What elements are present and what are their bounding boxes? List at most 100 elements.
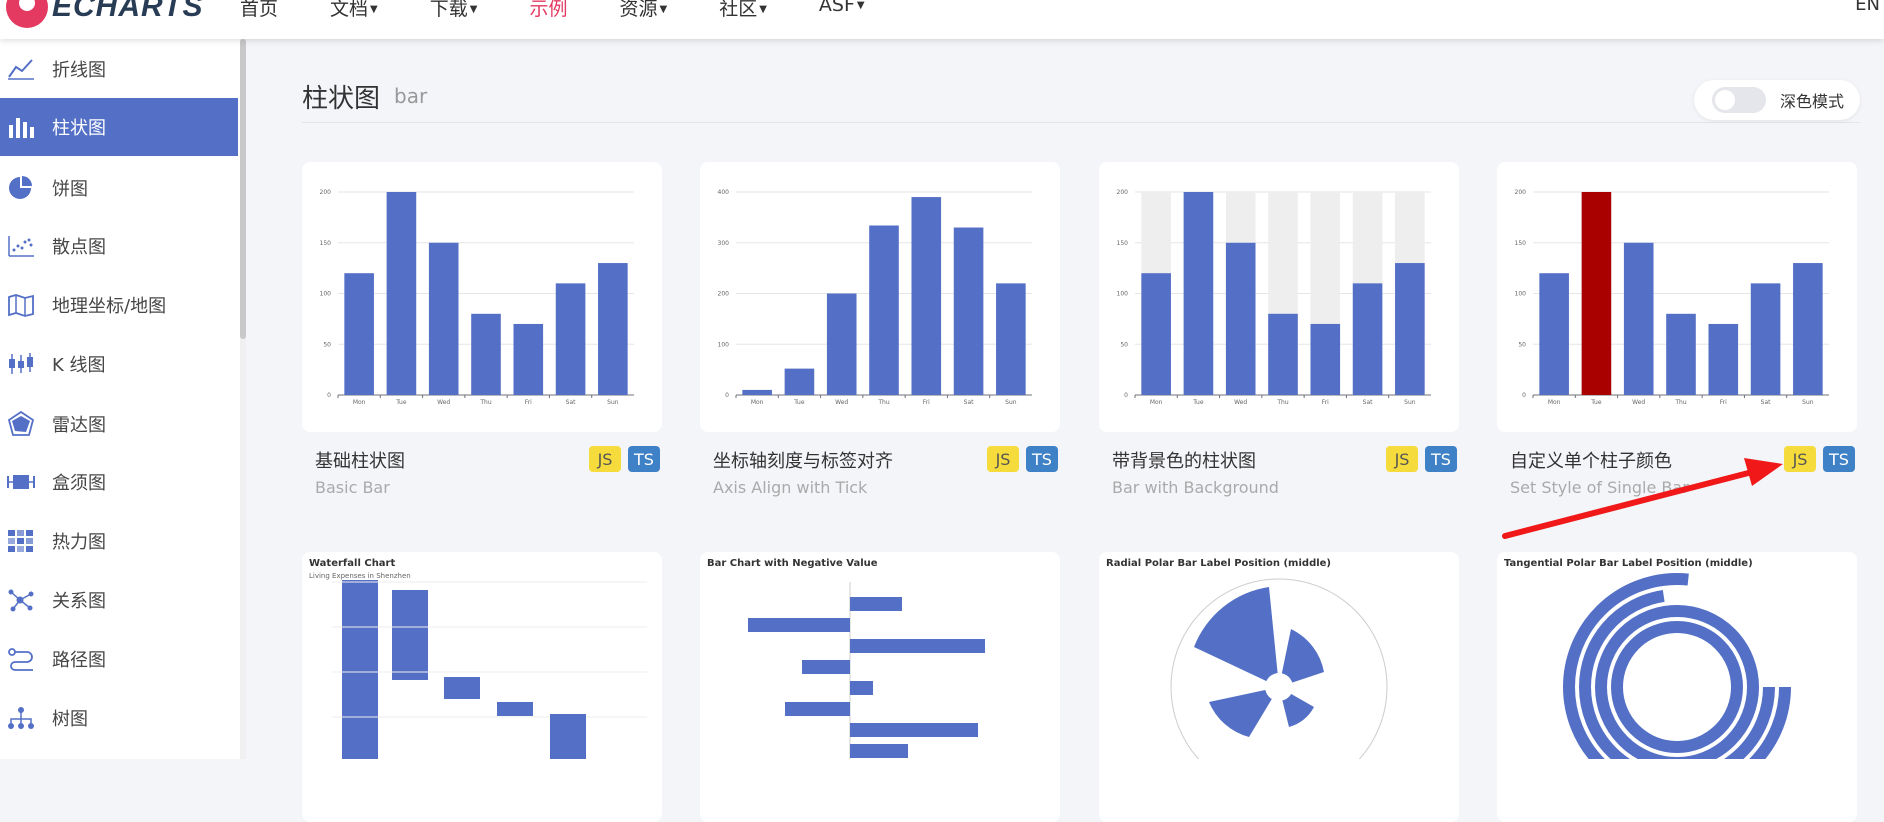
- y-tick-label: 100: [320, 291, 332, 298]
- sidebar-item-10[interactable]: 路径图: [0, 630, 238, 688]
- main-nav: 首页 文档 ▼ 下载 ▼ 示例 资源 ▼ 社区 ▼ ASF ▼: [240, 0, 917, 21]
- x-tick-label: Sun: [607, 399, 619, 406]
- sidebar-scrollbar-thumb[interactable]: [240, 39, 246, 339]
- example-card-2[interactable]: 0 50 100 150 200 Mon Tue Wed Thu Fri Sat Sun: [1099, 162, 1459, 432]
- x-tick-label: Wed: [437, 399, 450, 406]
- sidebar-item-label: 饼图: [52, 179, 88, 200]
- example-card-1[interactable]: 0 100 200 300 400 Mon Tue Wed Thu Fri Sat Sun: [700, 162, 1060, 432]
- chart-thumbnail: [1170, 578, 1388, 759]
- js-badge[interactable]: JS: [987, 446, 1019, 472]
- y-tick-label: 50: [1120, 341, 1128, 348]
- bar-Mon: [742, 389, 772, 395]
- bar-Sun: [598, 263, 628, 395]
- x-tick-label: Fri: [1720, 399, 1727, 406]
- chevron-down-icon: ▼: [370, 4, 378, 15]
- y-tick-label: 200: [718, 291, 730, 298]
- bar-Thu: [869, 225, 899, 395]
- sidebar-item-label: 盒须图: [52, 473, 106, 494]
- sidebar-item-6[interactable]: 雷达图: [0, 395, 238, 453]
- logo-text: ECHARTS: [52, 0, 204, 23]
- example-card-row2-0[interactable]: Waterfall Chart Living Expenses in Shenzh…: [302, 552, 662, 822]
- nav-item-0[interactable]: 首页: [240, 0, 278, 21]
- sidebar-item-label: 路径图: [52, 650, 106, 671]
- y-tick-label: 0: [725, 392, 729, 399]
- y-tick-label: 150: [320, 240, 332, 247]
- dark-mode-toggle[interactable]: 深色模式: [1694, 80, 1860, 120]
- x-tick-label: Thu: [479, 399, 491, 406]
- x-tick-label: Fri: [525, 399, 532, 406]
- nav-item-4[interactable]: 资源 ▼: [619, 0, 667, 21]
- x-tick-label: Sun: [1802, 399, 1814, 406]
- example-card-0[interactable]: 0 50 100 150 200 Mon Tue Wed Thu Fri Sat Sun: [302, 162, 662, 432]
- lines-icon: [6, 644, 36, 674]
- dark-mode-label: 深色模式: [1780, 92, 1845, 111]
- sidebar-item-3[interactable]: 散点图: [0, 217, 238, 275]
- example-title[interactable]: 基础柱状图: [315, 447, 405, 473]
- x-tick-label: Tue: [793, 399, 805, 406]
- radar-icon: [6, 409, 36, 439]
- y-tick-label: 50: [323, 341, 331, 348]
- scatter-chart-icon: [6, 231, 36, 261]
- x-tick-label: Thu: [1674, 399, 1686, 406]
- js-badge[interactable]: JS: [1386, 446, 1418, 472]
- sidebar-item-8[interactable]: 热力图: [0, 512, 238, 570]
- sidebar-item-label: 地理坐标/地图: [52, 296, 167, 317]
- example-card-row2-1[interactable]: Bar Chart with Negative Value: [700, 552, 1060, 822]
- nav-item-2[interactable]: 下载 ▼: [430, 0, 478, 21]
- line-chart-icon: [6, 54, 36, 84]
- bar-Thu: [471, 313, 501, 395]
- x-tick-label: Tue: [395, 399, 407, 406]
- example-title[interactable]: 坐标轴刻度与标签对齐: [713, 447, 893, 473]
- sidebar-item-1[interactable]: 柱状图: [0, 98, 238, 156]
- sidebar-item-0[interactable]: 折线图: [0, 40, 238, 98]
- bar-Thu: [1268, 313, 1298, 395]
- nav-item-1[interactable]: 文档 ▼: [330, 0, 378, 21]
- example-card-row2-2[interactable]: Radial Polar Bar Label Position (middle): [1099, 552, 1459, 822]
- example-title[interactable]: 自定义单个柱子颜色: [1510, 447, 1672, 473]
- sidebar-item-label: 柱状图: [52, 118, 106, 139]
- x-tick-label: Mon: [751, 399, 764, 406]
- sidebar-item-5[interactable]: K 线图: [0, 335, 238, 393]
- sidebar-item-2[interactable]: 饼图: [0, 159, 238, 217]
- sidebar-item-4[interactable]: 地理坐标/地图: [0, 276, 238, 334]
- sidebar-item-label: 散点图: [52, 237, 106, 258]
- js-badge[interactable]: JS: [1784, 446, 1816, 472]
- heatmap-icon: [6, 526, 36, 556]
- y-tick-label: 150: [1117, 240, 1129, 247]
- nav-item-6[interactable]: ASF ▼: [819, 0, 865, 21]
- ts-badge[interactable]: TS: [1026, 446, 1058, 472]
- title-divider: [302, 122, 1860, 123]
- ts-badge[interactable]: TS: [1823, 446, 1855, 472]
- bar-Fri: [1310, 323, 1341, 395]
- nav-label: 示例: [529, 0, 568, 20]
- echarts-logo[interactable]: ECHARTS: [6, 0, 203, 28]
- y-tick-label: 100: [1515, 291, 1527, 298]
- tree-icon: [6, 703, 36, 733]
- nav-item-5[interactable]: 社区 ▼: [719, 0, 767, 21]
- bar-Sun: [996, 283, 1026, 395]
- bar-Fri: [911, 197, 942, 395]
- nav-item-3[interactable]: 示例: [529, 0, 567, 21]
- toggle-switch[interactable]: [1712, 87, 1766, 113]
- nav-label: 资源: [619, 0, 658, 20]
- example-card-row2-3[interactable]: Tangential Polar Bar Label Position (mid…: [1497, 552, 1857, 822]
- chevron-down-icon: ▼: [856, 0, 865, 11]
- bar-Wed: [1623, 242, 1654, 395]
- language-switch[interactable]: EN: [1855, 0, 1880, 15]
- x-tick-label: Fri: [1322, 399, 1329, 406]
- example-title[interactable]: 带背景色的柱状图: [1112, 447, 1256, 473]
- sidebar-item-9[interactable]: 关系图: [0, 571, 238, 629]
- js-badge[interactable]: JS: [589, 446, 621, 472]
- page-subtitle: bar: [394, 84, 428, 108]
- top-navbar: ECHARTS 首页 文档 ▼ 下载 ▼ 示例 资源 ▼ 社区 ▼ ASF ▼ EN: [0, 0, 1884, 39]
- ts-badge[interactable]: TS: [1425, 446, 1457, 472]
- x-tick-label: Sat: [1761, 399, 1771, 406]
- bar-Sat: [555, 283, 586, 395]
- bar-Wed: [428, 242, 459, 395]
- sidebar-item-7[interactable]: 盒须图: [0, 453, 238, 511]
- example-card-3[interactable]: 0 50 100 150 200 Mon Tue Wed Thu Fri Sat Sun: [1497, 162, 1857, 432]
- x-tick-label: Tue: [1590, 399, 1602, 406]
- x-tick-label: Mon: [353, 399, 366, 406]
- sidebar-item-11[interactable]: 树图: [0, 689, 238, 747]
- ts-badge[interactable]: TS: [628, 446, 660, 472]
